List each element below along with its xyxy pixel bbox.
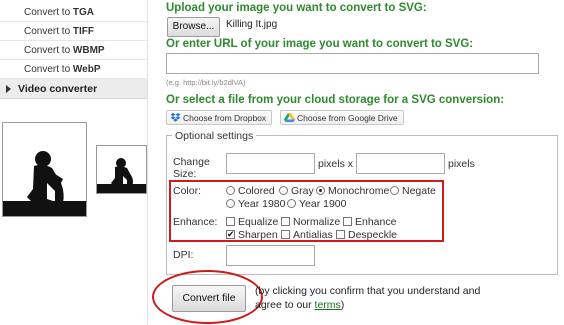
dropbox-button[interactable]: Choose from Dropbox: [166, 110, 273, 125]
url-hint: (e.g. http://bit.ly/b2dlVA): [166, 78, 246, 87]
sidebar-section-label: Video converter: [18, 83, 98, 95]
sidebar-item-convert-wbmp[interactable]: Convert to WBMP: [0, 41, 147, 60]
sidebar-item-format: WebP: [72, 64, 101, 75]
highlight-annotation-rectangle: [169, 180, 444, 242]
preview-image-small: [96, 145, 147, 194]
sidebar-item-format: WBMP: [72, 45, 105, 56]
sidebar-item-prefix: Convert to: [24, 45, 73, 56]
dropbox-icon: [170, 113, 181, 122]
google-drive-button[interactable]: Choose from Google Drive: [280, 110, 404, 125]
browse-button[interactable]: Browse...: [167, 17, 220, 37]
dropbox-button-label: Choose from Dropbox: [183, 113, 267, 123]
url-input[interactable]: [166, 53, 539, 74]
sidebar-item-format: TGA: [72, 7, 95, 18]
sidebar-item-convert-tga[interactable]: Convert to TGA: [0, 3, 147, 22]
sidebar-item-prefix: Convert to: [24, 26, 73, 37]
sidebar-item-format: TIFF: [72, 26, 95, 37]
seated-figure-silhouette-icon: [3, 151, 86, 216]
url-heading: Or enter URL of your image you want to c…: [166, 38, 474, 50]
preview-image-large: [2, 122, 87, 217]
selected-file-name: Killing It.jpg: [226, 19, 278, 30]
seated-figure-silhouette-icon: [97, 158, 146, 193]
cloud-heading: Or select a file from your cloud storage…: [166, 94, 505, 106]
confirm-notice-line1: (by clicking you confirm that you unders…: [255, 285, 481, 297]
expand-triangle-icon: [6, 85, 11, 93]
sidebar-section-video-converter[interactable]: Video converter: [0, 79, 147, 99]
dpi-label: DPI:: [173, 249, 194, 261]
height-input[interactable]: [356, 153, 445, 174]
pixels-label: pixels: [448, 158, 475, 170]
sidebar-item-convert-tiff[interactable]: Convert to TIFF: [0, 22, 147, 41]
sidebar-item-prefix: Convert to: [24, 64, 73, 75]
change-size-label: Change Size:: [173, 156, 210, 180]
confirm-notice-line2: agree to our terms): [255, 299, 344, 311]
google-drive-icon: [284, 113, 295, 122]
sidebar: Convert to TGA Convert to TIFF Convert t…: [0, 0, 148, 325]
highlight-annotation-ellipse: [152, 270, 263, 324]
notice-text: agree to our: [255, 299, 315, 311]
sidebar-item-prefix: Convert to: [24, 7, 73, 18]
optional-settings-legend: Optional settings: [172, 130, 257, 142]
pixels-x-label: pixels x: [318, 158, 354, 170]
notice-text: ): [340, 299, 345, 311]
sidebar-item-convert-webp[interactable]: Convert to WebP: [0, 60, 147, 79]
terms-link[interactable]: terms: [315, 299, 341, 311]
width-input[interactable]: [226, 153, 315, 174]
upload-heading: Upload your image you want to convert to…: [166, 2, 427, 14]
dpi-input[interactable]: [226, 245, 315, 266]
google-drive-button-label: Choose from Google Drive: [297, 113, 398, 123]
